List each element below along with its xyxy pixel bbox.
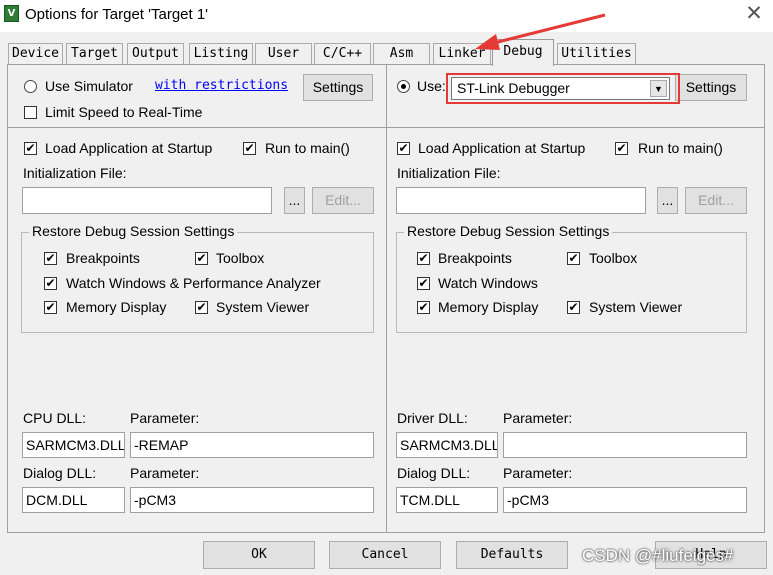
use-label[interactable]: Use: [417, 78, 446, 94]
right-breakpoints-checkbox[interactable]: ✔ [417, 252, 430, 265]
left-toolbox-label[interactable]: Toolbox [216, 250, 264, 266]
right-section-divider [387, 127, 764, 128]
use-simulator-radio[interactable] [24, 80, 37, 93]
right-load-app-checkbox[interactable]: ✔ [397, 142, 410, 155]
right-breakpoints-label[interactable]: Breakpoints [438, 250, 512, 266]
right-watch-checkbox[interactable]: ✔ [417, 277, 430, 290]
right-run-main-checkbox[interactable]: ✔ [615, 142, 628, 155]
right-sysviewer-label[interactable]: System Viewer [589, 299, 682, 315]
debugger-highlight-box [446, 73, 680, 104]
left-load-app-checkbox[interactable]: ✔ [24, 142, 37, 155]
left-breakpoints-label[interactable]: Breakpoints [66, 250, 140, 266]
right-restore-group-title: Restore Debug Session Settings [404, 223, 613, 239]
right-toolbox-label[interactable]: Toolbox [589, 250, 637, 266]
right-toolbox-checkbox[interactable]: ✔ [567, 252, 580, 265]
defaults-button[interactable]: Defaults [456, 541, 568, 569]
right-dialog-dll-field[interactable]: TCM.DLL [396, 487, 498, 513]
right-browse-button[interactable]: ... [657, 187, 678, 214]
left-browse-button[interactable]: ... [284, 187, 305, 214]
driver-param-label: Parameter: [503, 410, 573, 426]
cpu-param-label: Parameter: [130, 410, 200, 426]
simulator-settings-button[interactable]: Settings [303, 74, 373, 101]
left-load-app-label[interactable]: Load Application at Startup [45, 140, 212, 156]
cpu-dll-label: CPU DLL: [23, 410, 87, 426]
close-icon[interactable]: ✕ [743, 3, 765, 25]
left-memory-checkbox[interactable]: ✔ [44, 301, 57, 314]
right-load-app-label[interactable]: Load Application at Startup [418, 140, 585, 156]
right-dialog-param-label: Parameter: [503, 465, 573, 481]
left-sysviewer-label[interactable]: System Viewer [216, 299, 309, 315]
with-restrictions-link[interactable]: with restrictions [155, 78, 288, 93]
csdn-watermark: CSDN @#liufeiges# [582, 546, 734, 565]
uvision-app-icon: V [4, 5, 19, 22]
right-memory-label[interactable]: Memory Display [438, 299, 538, 315]
left-run-main-label[interactable]: Run to main() [265, 140, 350, 156]
right-dialog-dll-label: Dialog DLL: [397, 465, 471, 481]
tab-user[interactable]: User [255, 43, 312, 64]
use-simulator-label[interactable]: Use Simulator [45, 78, 133, 94]
left-breakpoints-checkbox[interactable]: ✔ [44, 252, 57, 265]
use-debugger-radio[interactable] [397, 80, 410, 93]
left-run-main-checkbox[interactable]: ✔ [243, 142, 256, 155]
right-run-main-label[interactable]: Run to main() [638, 140, 723, 156]
left-toolbox-checkbox[interactable]: ✔ [195, 252, 208, 265]
tab-asm[interactable]: Asm [373, 43, 430, 64]
left-init-file-label: Initialization File: [23, 165, 127, 181]
left-watch-label[interactable]: Watch Windows & Performance Analyzer [66, 275, 321, 291]
driver-dll-label: Driver DLL: [397, 410, 468, 426]
left-sysviewer-checkbox[interactable]: ✔ [195, 301, 208, 314]
right-init-file-field[interactable] [396, 187, 646, 214]
left-init-file-field[interactable] [22, 187, 272, 214]
right-sysviewer-checkbox[interactable]: ✔ [567, 301, 580, 314]
left-dialog-param-label: Parameter: [130, 465, 200, 481]
left-edit-button[interactable]: Edit... [312, 187, 374, 214]
right-edit-button[interactable]: Edit... [685, 187, 747, 214]
cpu-dll-field[interactable]: SARMCM3.DLL [22, 432, 125, 458]
tab-c-cpp[interactable]: C/C++ [314, 43, 371, 64]
window-title: Options for Target 'Target 1' [25, 6, 209, 23]
left-memory-label[interactable]: Memory Display [66, 299, 166, 315]
driver-dll-field[interactable]: SARMCM3.DLL [396, 432, 498, 458]
tab-output[interactable]: Output [127, 43, 184, 64]
limit-speed-label[interactable]: Limit Speed to Real-Time [45, 104, 202, 120]
left-restore-group-title: Restore Debug Session Settings [29, 223, 238, 239]
cpu-param-field[interactable]: -REMAP [130, 432, 374, 458]
right-memory-checkbox[interactable]: ✔ [417, 301, 430, 314]
left-section-divider [8, 127, 386, 128]
tab-listing[interactable]: Listing [189, 43, 253, 64]
tab-target[interactable]: Target [66, 43, 123, 64]
limit-speed-checkbox[interactable] [24, 106, 37, 119]
left-dialog-param-field[interactable]: -pCM3 [130, 487, 374, 513]
ok-button[interactable]: OK [203, 541, 315, 569]
right-watch-label[interactable]: Watch Windows [438, 275, 538, 291]
right-init-file-label: Initialization File: [397, 165, 501, 181]
left-dialog-dll-label: Dialog DLL: [23, 465, 97, 481]
left-dialog-dll-field[interactable]: DCM.DLL [22, 487, 125, 513]
driver-param-field[interactable] [503, 432, 747, 458]
cancel-button[interactable]: Cancel [329, 541, 441, 569]
debugger-settings-button[interactable]: Settings [675, 74, 747, 101]
column-divider [386, 65, 387, 532]
left-watch-checkbox[interactable]: ✔ [44, 277, 57, 290]
tab-device[interactable]: Device [8, 43, 63, 64]
annotation-arrow-icon [475, 13, 606, 50]
right-dialog-param-field[interactable]: -pCM3 [503, 487, 747, 513]
